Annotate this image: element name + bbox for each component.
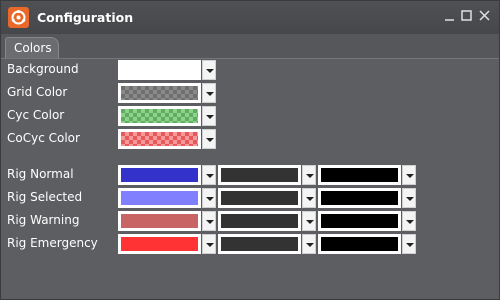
chevron-down-icon[interactable] <box>202 83 216 103</box>
rig-warning-picker-2[interactable] <box>218 211 317 231</box>
cocyc-color-swatch[interactable] <box>118 129 201 149</box>
app-logo-icon <box>8 7 29 28</box>
chevron-down-icon[interactable] <box>302 188 316 208</box>
rig-selected-label: Rig Selected <box>7 190 83 204</box>
chevron-down-icon[interactable] <box>202 234 216 254</box>
grid-color-label: Grid Color <box>7 85 68 99</box>
maximize-icon[interactable] <box>460 9 474 23</box>
chevron-down-icon[interactable] <box>402 234 416 254</box>
rig-warning-label: Rig Warning <box>7 213 80 227</box>
chevron-down-icon[interactable] <box>202 165 216 185</box>
window-title: Configuration <box>37 10 134 25</box>
rig-warning-picker-1[interactable] <box>118 211 217 231</box>
chevron-down-icon[interactable] <box>302 234 316 254</box>
cocyc-color-label: CoCyc Color <box>7 131 80 145</box>
title-bar[interactable]: Configuration <box>1 1 499 35</box>
rig-selected-picker-2[interactable] <box>218 188 317 208</box>
tab-colors[interactable]: Colors <box>5 37 59 58</box>
minimize-icon[interactable] <box>443 9 457 23</box>
background-color-picker[interactable] <box>118 60 217 80</box>
rig-normal-picker-2[interactable] <box>218 165 317 185</box>
cyc-color-label: Cyc Color <box>7 108 65 122</box>
cyc-color-swatch[interactable] <box>118 106 201 126</box>
chevron-down-icon[interactable] <box>402 188 416 208</box>
chevron-down-icon[interactable] <box>202 188 216 208</box>
rig-selected-picker-3[interactable] <box>318 188 417 208</box>
chevron-down-icon[interactable] <box>202 106 216 126</box>
close-icon[interactable] <box>478 9 492 23</box>
chevron-down-icon[interactable] <box>402 165 416 185</box>
grid-color-swatch[interactable] <box>118 83 201 103</box>
chevron-down-icon[interactable] <box>202 211 216 231</box>
background-swatch[interactable] <box>118 60 201 80</box>
rig-emergency-picker-3[interactable] <box>318 234 417 254</box>
rig-normal-picker-3[interactable] <box>318 165 417 185</box>
chevron-down-icon[interactable] <box>202 60 216 80</box>
rig-selected-picker-1[interactable] <box>118 188 217 208</box>
cocyc-color-picker[interactable] <box>118 129 217 149</box>
rig-normal-label: Rig Normal <box>7 167 74 181</box>
chevron-down-icon[interactable] <box>202 129 216 149</box>
chevron-down-icon[interactable] <box>402 211 416 231</box>
configuration-window: Configuration Colors Background Grid Col… <box>0 0 500 300</box>
rig-warning-picker-3[interactable] <box>318 211 417 231</box>
rig-emergency-picker-2[interactable] <box>218 234 317 254</box>
rig-emergency-picker-1[interactable] <box>118 234 217 254</box>
cyc-color-picker[interactable] <box>118 106 217 126</box>
background-label: Background <box>7 62 79 76</box>
tab-strip: Colors <box>1 34 499 59</box>
rig-normal-picker-1[interactable] <box>118 165 217 185</box>
chevron-down-icon[interactable] <box>302 165 316 185</box>
grid-color-picker[interactable] <box>118 83 217 103</box>
rig-emergency-label: Rig Emergency <box>7 236 98 250</box>
chevron-down-icon[interactable] <box>302 211 316 231</box>
